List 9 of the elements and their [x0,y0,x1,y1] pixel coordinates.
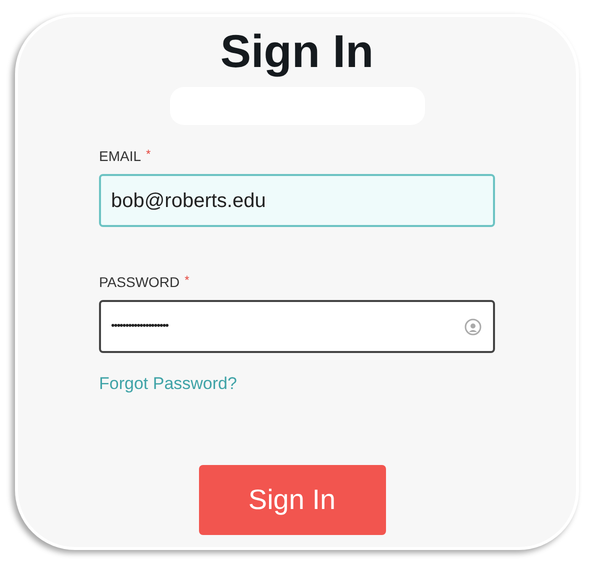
field-value: •••••••••••••••••••• [111,319,168,334]
field-label: EMAIL [99,147,142,165]
email-field[interactable]: bob@roberts.edu [99,174,495,227]
required-mark: * [184,273,190,287]
password-field[interactable]: •••••••••••••••••••• [99,300,495,353]
field-value: bob@roberts.edu [111,188,266,214]
sign-in-title: Sign In [220,25,374,77]
required-mark: * [146,147,151,161]
field-label: PASSWORD [99,273,180,291]
